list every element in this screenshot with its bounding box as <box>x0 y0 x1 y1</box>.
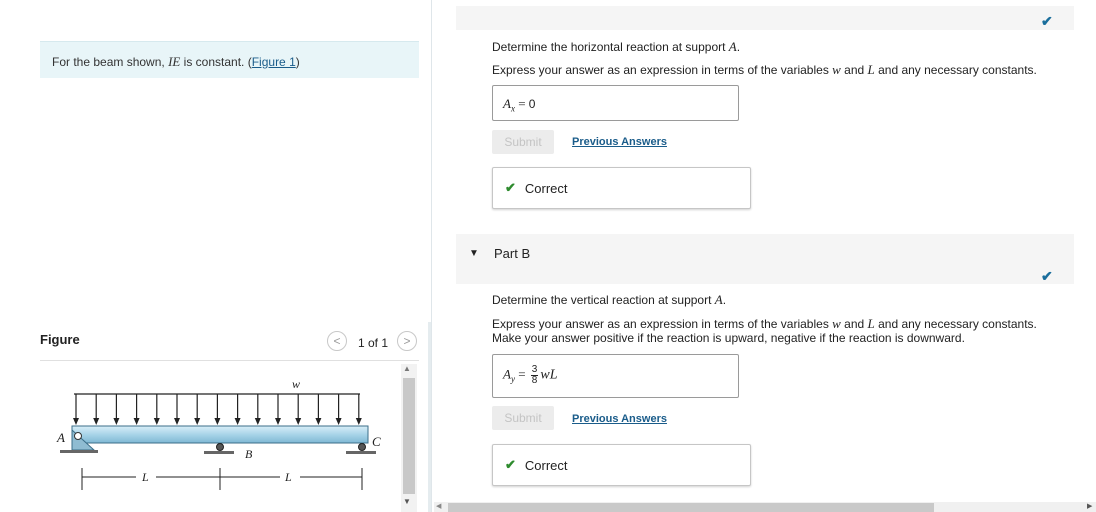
problem-text-close: ) <box>295 55 300 69</box>
answer-equals: = <box>514 96 529 111</box>
load-arrowhead <box>355 418 362 425</box>
correct-check-icon: ✔ <box>505 180 516 195</box>
checkmark-icon: ✔ <box>1041 268 1053 284</box>
scroll-up-icon[interactable]: ▲ <box>403 364 411 373</box>
instruction-text: Express your answer as an expression in … <box>492 317 833 331</box>
span1-label: L <box>141 470 149 484</box>
part-b-correct-feedback: ✔ Correct <box>492 444 751 486</box>
figure-link[interactable]: Figure 1 <box>252 55 296 69</box>
instruction-suffix: and any necessary constants. <box>874 317 1037 331</box>
load-arrowhead <box>133 418 140 425</box>
load-arrowhead <box>335 418 342 425</box>
part-b-answer-field[interactable]: Ay = 3 8 wL <box>492 354 739 398</box>
question-suffix: . <box>722 293 727 307</box>
question-text: Determine the horizontal reaction at sup… <box>492 40 729 54</box>
part-b-submit-button[interactable]: Submit <box>492 406 554 430</box>
beam-diagram: w A B C L L <box>56 377 381 490</box>
load-arrowhead <box>254 418 261 425</box>
load-label: w <box>292 377 300 391</box>
answer-value: 0 <box>528 97 536 111</box>
part-b-header[interactable] <box>456 234 1074 284</box>
instruction-suffix: and any necessary constants. <box>874 63 1037 77</box>
instruction-mid: and <box>840 317 868 331</box>
answer-equals: = <box>514 366 529 382</box>
expand-triangle-icon[interactable]: ▼ <box>469 248 479 259</box>
roller-support-b-icon <box>204 443 234 454</box>
instruction-var-w: w <box>832 62 841 77</box>
load-arrowhead <box>174 418 180 425</box>
next-figure-button[interactable]: > <box>397 331 417 351</box>
figure-counter: 1 of 1 <box>358 336 389 350</box>
figure-divider <box>40 360 419 361</box>
part-b-instruction: Express your answer as an expression in … <box>492 316 1037 332</box>
answer-variables: wL <box>540 367 558 383</box>
load-arrowhead <box>93 418 100 425</box>
instruction-var-l: L <box>867 62 875 77</box>
part-a-question: Determine the horizontal reaction at sup… <box>492 39 740 55</box>
distributed-load-arrows <box>73 394 362 425</box>
point-b-label: B <box>245 447 253 461</box>
part-a-correct-feedback: ✔ Correct <box>492 167 751 209</box>
instruction-text: Express your answer as an expression in … <box>492 63 833 77</box>
figure-scrollbar-thumb[interactable] <box>403 378 415 494</box>
correct-label: Correct <box>524 457 568 473</box>
span2-label: L <box>284 470 292 484</box>
load-arrowhead <box>113 418 120 425</box>
scroll-right-icon[interactable]: ▶ <box>1087 502 1092 510</box>
question-suffix: . <box>736 40 741 54</box>
figure-heading: Figure <box>40 332 80 347</box>
dimension-lines <box>81 468 363 490</box>
part-a-previous-answers-link[interactable]: Previous Answers <box>572 136 667 148</box>
pane-divider <box>431 0 432 512</box>
correct-label: Correct <box>524 180 568 196</box>
part-a-header[interactable] <box>456 6 1074 30</box>
part-b-previous-answers-link[interactable]: Previous Answers <box>572 413 667 425</box>
load-arrowhead <box>73 418 79 425</box>
instruction-mid: and <box>840 63 868 77</box>
answer-fraction: 38 <box>530 365 539 386</box>
load-arrowhead <box>315 418 322 425</box>
horizontal-scrollbar-thumb[interactable] <box>448 503 934 512</box>
instruction-var-l: L <box>867 316 875 331</box>
instruction-var-w: w <box>832 316 841 331</box>
problem-text: For the beam shown, <box>52 55 169 69</box>
part-a-submit-button[interactable]: Submit <box>492 130 554 154</box>
part-b-question: Determine the vertical reaction at suppo… <box>492 292 726 308</box>
scroll-left-icon[interactable]: ◀ <box>436 502 441 510</box>
part-a-instruction: Express your answer as an expression in … <box>492 62 1037 78</box>
scroll-down-icon[interactable]: ▼ <box>403 497 411 506</box>
beam <box>71 425 369 444</box>
point-c-label: C <box>372 434 381 449</box>
checkmark-icon: ✔ <box>1041 13 1053 29</box>
part-b-sign-instruction: Make your answer positive if the reactio… <box>492 331 965 345</box>
problem-text-after: is constant. ( <box>180 55 252 69</box>
load-arrowhead <box>194 418 201 425</box>
part-a-answer-field[interactable]: Ax = 0 <box>492 85 739 121</box>
question-var: A <box>714 292 723 307</box>
previous-figure-button[interactable]: < <box>327 331 347 351</box>
answer-lhs: A <box>503 366 511 382</box>
problem-math: IE <box>168 54 181 69</box>
answer-lhs: A <box>503 96 511 111</box>
point-a-label: A <box>56 430 65 445</box>
question-text: Determine the vertical reaction at suppo… <box>492 293 715 307</box>
load-arrowhead <box>295 418 302 425</box>
pane-resize-handle[interactable] <box>428 322 431 512</box>
part-b-title[interactable]: Part B <box>494 246 530 261</box>
load-arrowhead <box>214 418 221 425</box>
correct-check-icon: ✔ <box>505 457 516 472</box>
load-arrowhead <box>234 418 241 425</box>
problem-statement: For the beam shown, IE is constant. (Fig… <box>40 41 419 78</box>
fraction-denominator: 8 <box>531 375 538 386</box>
question-var: A <box>728 39 737 54</box>
load-arrowhead <box>153 418 160 425</box>
load-arrowhead <box>275 418 281 425</box>
